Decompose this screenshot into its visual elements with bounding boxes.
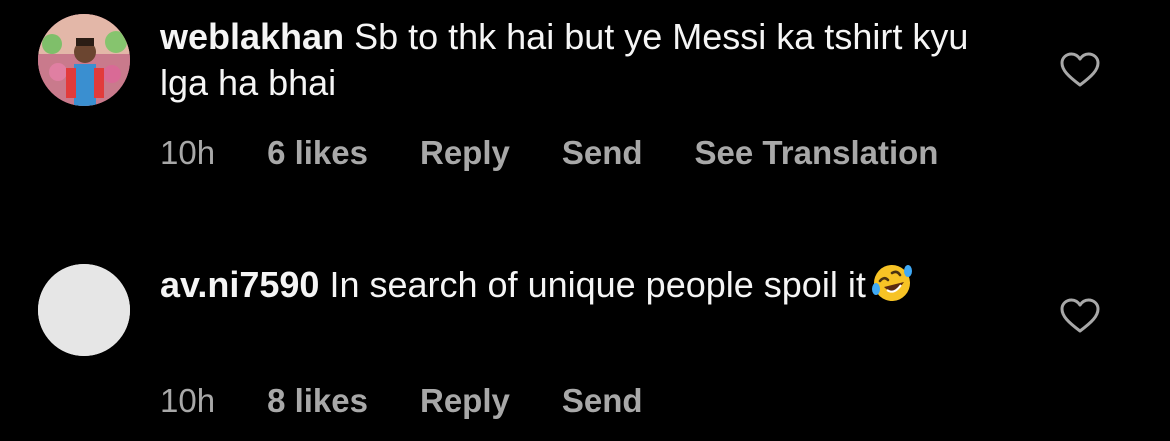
comment-actions: 10h 6 likes Reply Send See Translation (160, 134, 938, 172)
comment-text: av.ni7590 In search of unique people spo… (160, 262, 980, 314)
comment-text: weblakhan Sb to thk hai but ye Messi ka … (160, 14, 980, 106)
comment-timestamp: 10h (160, 134, 216, 171)
send-button[interactable]: Send (562, 382, 643, 420)
see-translation-button[interactable]: See Translation (695, 134, 939, 172)
comment-actions: 10h 8 likes Reply Send (160, 382, 643, 420)
send-button[interactable]: Send (562, 134, 643, 172)
comment-username[interactable]: av.ni7590 (160, 264, 319, 305)
likes-count[interactable]: 6 likes (267, 134, 368, 172)
avatar[interactable] (38, 264, 130, 356)
comment-timestamp: 10h (160, 382, 216, 419)
comment-username[interactable]: weblakhan (160, 16, 344, 57)
reply-button[interactable]: Reply (420, 134, 510, 172)
likes-count[interactable]: 8 likes (267, 382, 368, 420)
avatar[interactable] (38, 14, 130, 106)
laughing-emoji-icon (870, 263, 914, 314)
default-avatar-icon (38, 264, 130, 356)
like-heart-icon[interactable] (1060, 298, 1100, 334)
reply-button[interactable]: Reply (420, 382, 510, 420)
profile-photo-icon (38, 14, 130, 106)
like-heart-icon[interactable] (1060, 52, 1100, 88)
comment-body: In search of unique people spoil it (329, 264, 866, 305)
